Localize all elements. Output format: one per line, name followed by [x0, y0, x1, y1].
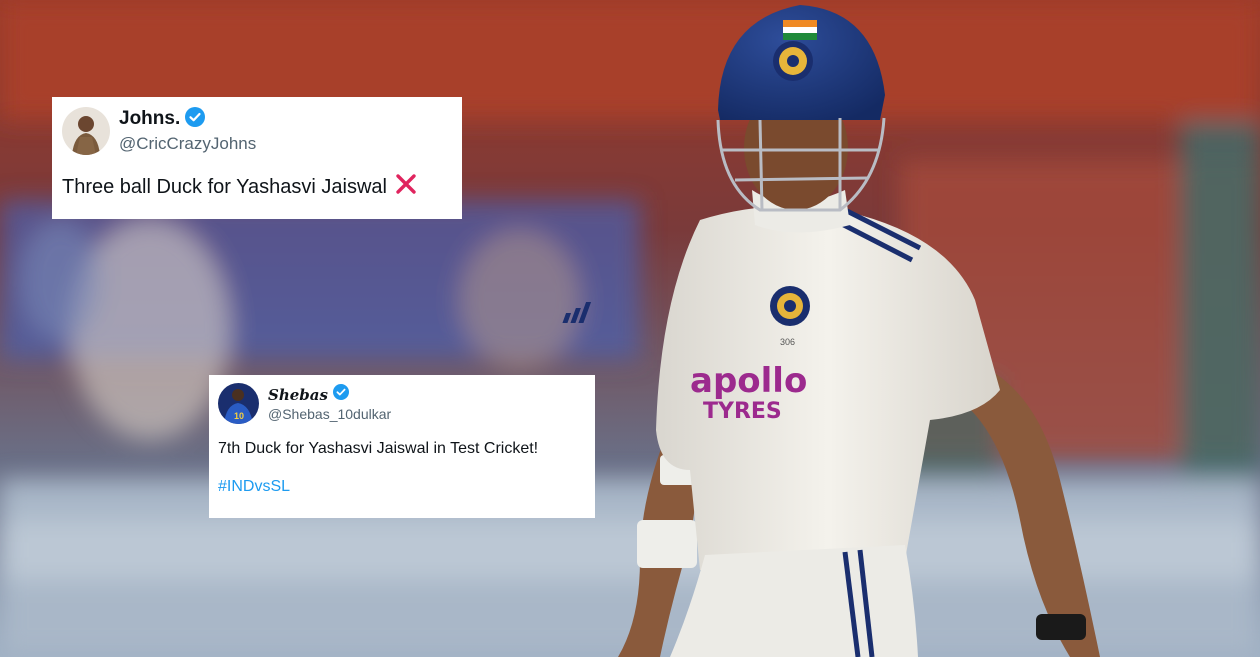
tweet-header: Johns. @CricCrazyJohns	[62, 107, 450, 155]
avatar[interactable]	[62, 107, 110, 155]
user-handle[interactable]: @CricCrazyJohns	[119, 134, 256, 154]
cross-mark-icon	[395, 173, 417, 201]
tweet-text: Three ball Duck for Yashasvi Jaiswal	[62, 173, 450, 201]
display-name[interactable]: Shebas	[268, 386, 328, 404]
display-name[interactable]: Johns.	[119, 108, 180, 131]
avatar-jersey-number: 10	[234, 411, 244, 421]
verified-badge-icon	[185, 107, 206, 132]
jersey-number: 306	[780, 337, 795, 347]
tweet-text: 7th Duck for Yashasvi Jaiswal in Test Cr…	[218, 440, 539, 457]
user-handle[interactable]: @Shebas_10dulkar	[268, 406, 391, 423]
verified-badge-icon	[332, 384, 349, 405]
hashtag-link[interactable]: #INDvsSL	[218, 478, 585, 496]
sponsor-sub: TYRES	[703, 399, 782, 424]
avatar[interactable]: 10	[218, 383, 259, 424]
sponsor-logo: apollo	[690, 361, 807, 401]
tweet-text-content: Three ball Duck for Yashasvi Jaiswal	[62, 175, 387, 198]
tweet-card-johns[interactable]: Johns. @CricCrazyJohns Three ball Duck f…	[52, 97, 462, 219]
tweet-card-shebas[interactable]: 10 Shebas @Shebas_10dulkar 7th Duck for …	[209, 375, 595, 518]
tweet-header: 10 Shebas @Shebas_10dulkar	[218, 383, 585, 424]
